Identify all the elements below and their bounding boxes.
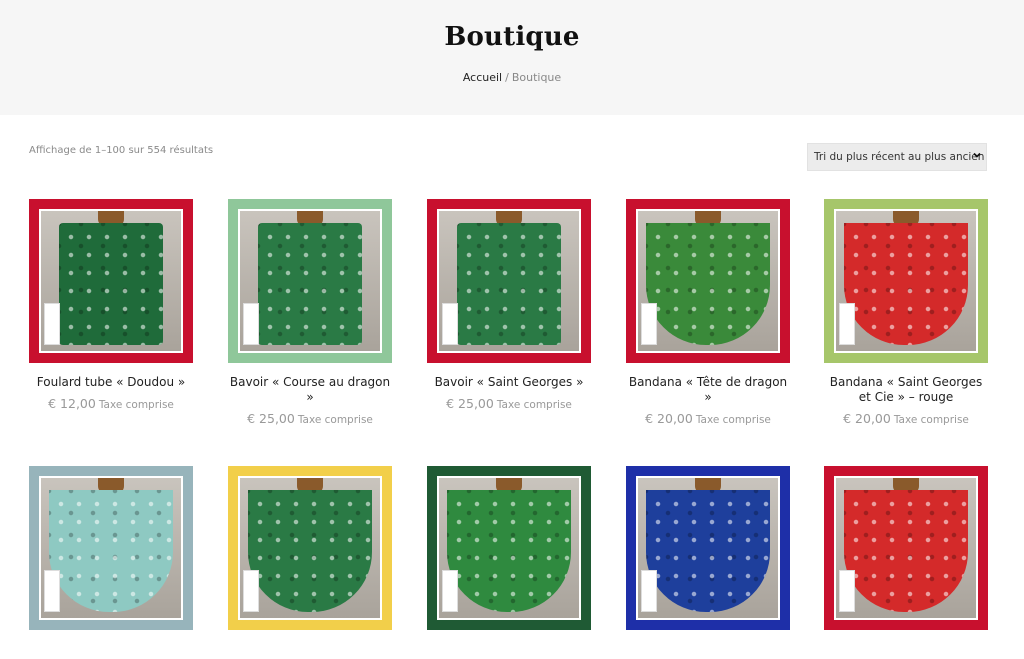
product-image[interactable] [626, 199, 790, 363]
product-fabric [646, 490, 770, 612]
brand-label [243, 570, 259, 612]
brand-label [641, 570, 657, 612]
breadcrumb-separator: / [505, 71, 509, 84]
product-card[interactable]: Bavoir « Saint Georges » € 25,00 Taxe comp… [426, 199, 592, 411]
product-fabric [248, 490, 372, 612]
sort-select[interactable]: Tri du plus récent au plus ancien [807, 143, 987, 171]
product-image[interactable] [29, 466, 193, 630]
breadcrumb-current: Boutique [511, 71, 562, 84]
sort-selected-label: Tri du plus récent au plus ancien [814, 151, 985, 163]
price-amount: € 12,00 [48, 396, 96, 411]
fabric-pattern [457, 223, 561, 345]
brand-label [839, 303, 855, 345]
page-title: Boutique [444, 22, 580, 52]
product-image[interactable] [626, 466, 790, 630]
fabric-pattern [258, 223, 362, 345]
product-image[interactable] [824, 466, 988, 630]
product-fabric [844, 490, 968, 612]
fabric-pattern [49, 490, 173, 612]
product-price: € 20,00 Taxe comprise [823, 411, 989, 426]
result-count: Affichage de 1–100 sur 554 résultats [29, 145, 214, 156]
product-image[interactable] [427, 199, 591, 363]
tax-label: Taxe comprise [297, 414, 373, 426]
product-title[interactable]: Foulard tube « Doudou » [28, 375, 194, 390]
brand-label [44, 570, 60, 612]
fabric-pattern [844, 223, 968, 345]
price-amount: € 20,00 [645, 411, 693, 426]
brand-label [442, 570, 458, 612]
tax-label: Taxe comprise [695, 414, 771, 426]
product-photo [437, 209, 581, 353]
product-card[interactable] [28, 466, 194, 630]
product-photo [238, 476, 382, 620]
product-fabric [457, 223, 561, 345]
price-amount: € 25,00 [247, 411, 295, 426]
brand-label [44, 303, 60, 345]
product-image[interactable] [824, 199, 988, 363]
product-card[interactable] [625, 466, 791, 630]
breadcrumb-home-link[interactable]: Accueil [463, 71, 502, 84]
product-price: € 20,00 Taxe comprise [625, 411, 791, 426]
fabric-pattern [447, 490, 571, 612]
product-card[interactable] [227, 466, 393, 630]
fabric-pattern [844, 490, 968, 612]
product-image[interactable] [427, 466, 591, 630]
product-photo [238, 209, 382, 353]
tax-label: Taxe comprise [893, 414, 969, 426]
product-card[interactable]: Foulard tube « Doudou » € 12,00 Taxe compr… [28, 199, 194, 411]
product-fabric [447, 490, 571, 612]
product-card[interactable]: Bavoir « Course au dragon » € 25,00 Taxe c… [227, 199, 393, 426]
product-image[interactable] [228, 466, 392, 630]
tax-label: Taxe comprise [98, 399, 174, 411]
product-fabric [844, 223, 968, 345]
product-title[interactable]: Bavoir « Saint Georges » [426, 375, 592, 390]
product-price: € 25,00 Taxe comprise [227, 411, 393, 426]
price-amount: € 25,00 [446, 396, 494, 411]
product-title[interactable]: Bandana « Tête de dragon » [625, 375, 791, 405]
product-title[interactable]: Bavoir « Course au dragon » [227, 375, 393, 405]
product-fabric [59, 223, 163, 345]
product-card[interactable]: Bandana « Tête de dragon » € 20,00 Taxe co… [625, 199, 791, 426]
product-fabric [646, 223, 770, 345]
breadcrumb: Accueil / Boutique [0, 71, 1024, 84]
product-photo [39, 476, 183, 620]
product-fabric [49, 490, 173, 612]
fabric-pattern [248, 490, 372, 612]
brand-label [641, 303, 657, 345]
product-photo [636, 476, 780, 620]
product-card[interactable] [426, 466, 592, 630]
tax-label: Taxe comprise [496, 399, 572, 411]
product-photo [834, 476, 978, 620]
product-image[interactable] [29, 199, 193, 363]
brand-label [839, 570, 855, 612]
fabric-pattern [646, 490, 770, 612]
brand-label [243, 303, 259, 345]
product-photo [834, 209, 978, 353]
product-photo [636, 209, 780, 353]
fabric-pattern [646, 223, 770, 345]
price-amount: € 20,00 [843, 411, 891, 426]
product-card[interactable]: Bandana « Saint Georges et Cie » – rouge… [823, 199, 989, 426]
product-image[interactable] [228, 199, 392, 363]
product-fabric [258, 223, 362, 345]
product-price: € 25,00 Taxe comprise [426, 396, 592, 411]
brand-label [442, 303, 458, 345]
product-photo [437, 476, 581, 620]
product-price: € 12,00 Taxe comprise [28, 396, 194, 411]
chevron-down-icon [973, 152, 981, 158]
product-title[interactable]: Bandana « Saint Georges et Cie » – rouge [823, 375, 989, 405]
page-header: Boutique Accueil / Boutique [0, 0, 1024, 115]
fabric-pattern [59, 223, 163, 345]
product-card[interactable] [823, 466, 989, 630]
product-photo [39, 209, 183, 353]
